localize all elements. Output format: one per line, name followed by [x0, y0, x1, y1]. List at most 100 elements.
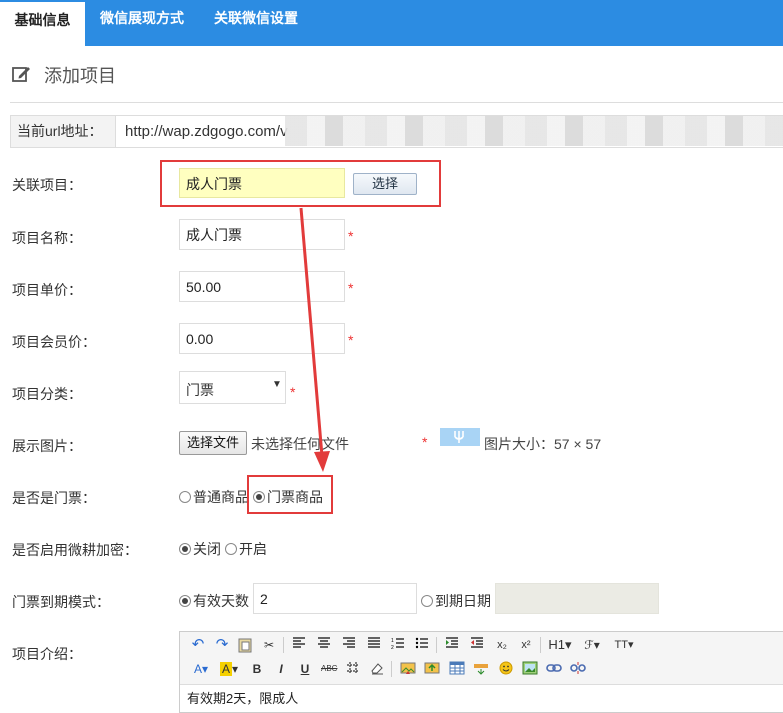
radio-normal-product[interactable]: 普通商品	[179, 487, 249, 507]
member-price-input[interactable]: 0.00	[179, 323, 345, 354]
unit-price-input[interactable]: 50.00	[179, 271, 345, 302]
intro-label: 项目介绍：	[12, 646, 82, 662]
image-label: 展示图片：	[12, 438, 82, 454]
url-label: 当前url地址：	[11, 116, 116, 147]
radio-expire-date[interactable]: 到期日期	[421, 591, 491, 611]
unlink-icon[interactable]	[570, 661, 586, 677]
undo-icon[interactable]: ↶	[190, 637, 206, 653]
category-label: 项目分类：	[12, 386, 82, 402]
editor-toolbar: ↶ ↷ ✂ 12 x₂ x² H1▾ ℱ▾ TT▾ A▾ A ▾ B I U A…	[180, 632, 783, 685]
tab-basic-info[interactable]: 基础信息	[0, 0, 85, 48]
encrypt-label: 是否启用微耕加密：	[12, 542, 138, 558]
link-icon[interactable]	[546, 661, 562, 677]
emoji-icon[interactable]	[498, 661, 514, 677]
radio-valid-days[interactable]: 有效天数	[179, 591, 249, 611]
highlight-swatch: A	[219, 662, 232, 676]
heading-icon[interactable]: H1▾	[548, 637, 572, 653]
radio-label: 有效天数	[193, 593, 249, 609]
blurred-url-region	[285, 116, 783, 146]
rich-text-editor[interactable]: ↶ ↷ ✂ 12 x₂ x² H1▾ ℱ▾ TT▾ A▾ A ▾ B I U A…	[179, 631, 783, 713]
toolbar-separator	[283, 637, 284, 653]
radio-icon[interactable]	[225, 543, 237, 555]
superscript-icon[interactable]: x²	[518, 637, 534, 653]
radio-label: 普通商品	[193, 489, 249, 505]
eraser-icon[interactable]	[369, 661, 385, 677]
unit-price-label: 项目单价：	[12, 282, 82, 298]
table-icon[interactable]	[449, 661, 465, 677]
radio-label: 开启	[239, 541, 267, 557]
highlight-color-icon[interactable]: A ▾	[218, 661, 240, 677]
valid-days-input[interactable]: 2	[253, 583, 417, 614]
select-related-button[interactable]: 选择	[353, 173, 417, 195]
related-item-label: 关联项目：	[12, 177, 82, 193]
required-mark: *	[348, 228, 354, 244]
category-value: 门票	[186, 382, 214, 398]
align-right-icon[interactable]	[341, 637, 357, 653]
divider	[10, 102, 783, 103]
tab-bar: 基础信息 微信展现方式 关联微信设置	[0, 0, 783, 48]
toolbar-separator	[436, 637, 437, 653]
italic-icon[interactable]: I	[273, 661, 289, 677]
radio-icon[interactable]	[179, 491, 191, 503]
svg-text:1: 1	[391, 638, 394, 644]
cut-icon[interactable]: ✂	[261, 637, 277, 653]
category-select[interactable]: 门票 ▼	[179, 371, 286, 404]
item-name-label: 项目名称：	[12, 230, 82, 246]
font-color-icon[interactable]: A▾	[190, 661, 212, 677]
picture-icon[interactable]	[522, 661, 538, 677]
paste-icon[interactable]	[237, 637, 253, 653]
outdent-icon[interactable]	[469, 637, 485, 653]
url-value[interactable]: http://wap.zdgogo.com/v	[125, 116, 288, 147]
table-grid-icon[interactable]	[345, 661, 361, 677]
radio-label: 到期日期	[435, 593, 491, 609]
expire-mode-label: 门票到期模式：	[12, 594, 110, 610]
chevron-down-icon: ▼	[272, 379, 282, 390]
editor-content[interactable]: 有效期2天，限成人	[187, 688, 298, 707]
radio-off[interactable]: 关闭	[179, 539, 221, 559]
font-size-icon[interactable]: TT▾	[612, 637, 636, 653]
highlight-box-ticket	[247, 475, 333, 514]
toolbar-separator	[540, 637, 541, 653]
bold-icon[interactable]: B	[249, 661, 265, 677]
unordered-list-icon[interactable]	[414, 637, 430, 653]
page-title: 添加项目	[44, 66, 116, 86]
file-status: 未选择任何文件	[251, 436, 349, 452]
insert-image-icon[interactable]	[400, 661, 416, 677]
is-ticket-label: 是否是门票：	[12, 490, 96, 506]
image-upload-icon[interactable]	[424, 661, 440, 677]
redo-icon[interactable]: ↷	[214, 637, 230, 653]
subscript-icon[interactable]: x₂	[494, 637, 510, 653]
required-mark: *	[290, 384, 296, 400]
required-mark: *	[348, 332, 354, 348]
ordered-list-icon[interactable]: 12	[390, 637, 406, 653]
expire-date-input[interactable]	[495, 583, 659, 614]
radio-selected-icon[interactable]	[179, 543, 191, 555]
toolbar-separator	[391, 661, 392, 677]
align-left-icon[interactable]	[291, 637, 307, 653]
strikethrough-icon[interactable]: ABC	[321, 661, 337, 677]
justify-icon[interactable]	[366, 637, 382, 653]
underline-icon[interactable]: U	[297, 661, 313, 677]
indent-icon[interactable]	[444, 637, 460, 653]
radio-label: 关闭	[193, 541, 221, 557]
heading-label: H1	[548, 637, 566, 652]
page-title-wrap: 添加项目	[12, 62, 116, 90]
radio-selected-icon[interactable]	[179, 595, 191, 607]
radio-on[interactable]: 开启	[225, 539, 267, 559]
choose-file-button[interactable]: 选择文件	[179, 431, 247, 455]
member-price-label: 项目会员价：	[12, 334, 96, 350]
related-item-input[interactable]: 成人门票	[179, 168, 345, 198]
required-mark: *	[348, 280, 354, 296]
radio-icon[interactable]	[421, 595, 433, 607]
item-name-input[interactable]: 成人门票	[179, 219, 345, 250]
horizontal-line-icon[interactable]	[473, 661, 489, 677]
align-center-icon[interactable]	[316, 637, 332, 653]
svg-text:2: 2	[391, 645, 394, 649]
tab-wechat-display[interactable]: 微信展现方式	[100, 0, 184, 46]
image-size-text: 图片大小：57 × 57	[484, 436, 602, 452]
font-family-icon[interactable]: ℱ▾	[580, 637, 604, 653]
required-mark: *	[422, 434, 428, 450]
font-size-label: TT	[614, 639, 628, 651]
tab-wechat-link[interactable]: 关联微信设置	[214, 0, 298, 46]
image-preview-icon	[440, 428, 480, 446]
